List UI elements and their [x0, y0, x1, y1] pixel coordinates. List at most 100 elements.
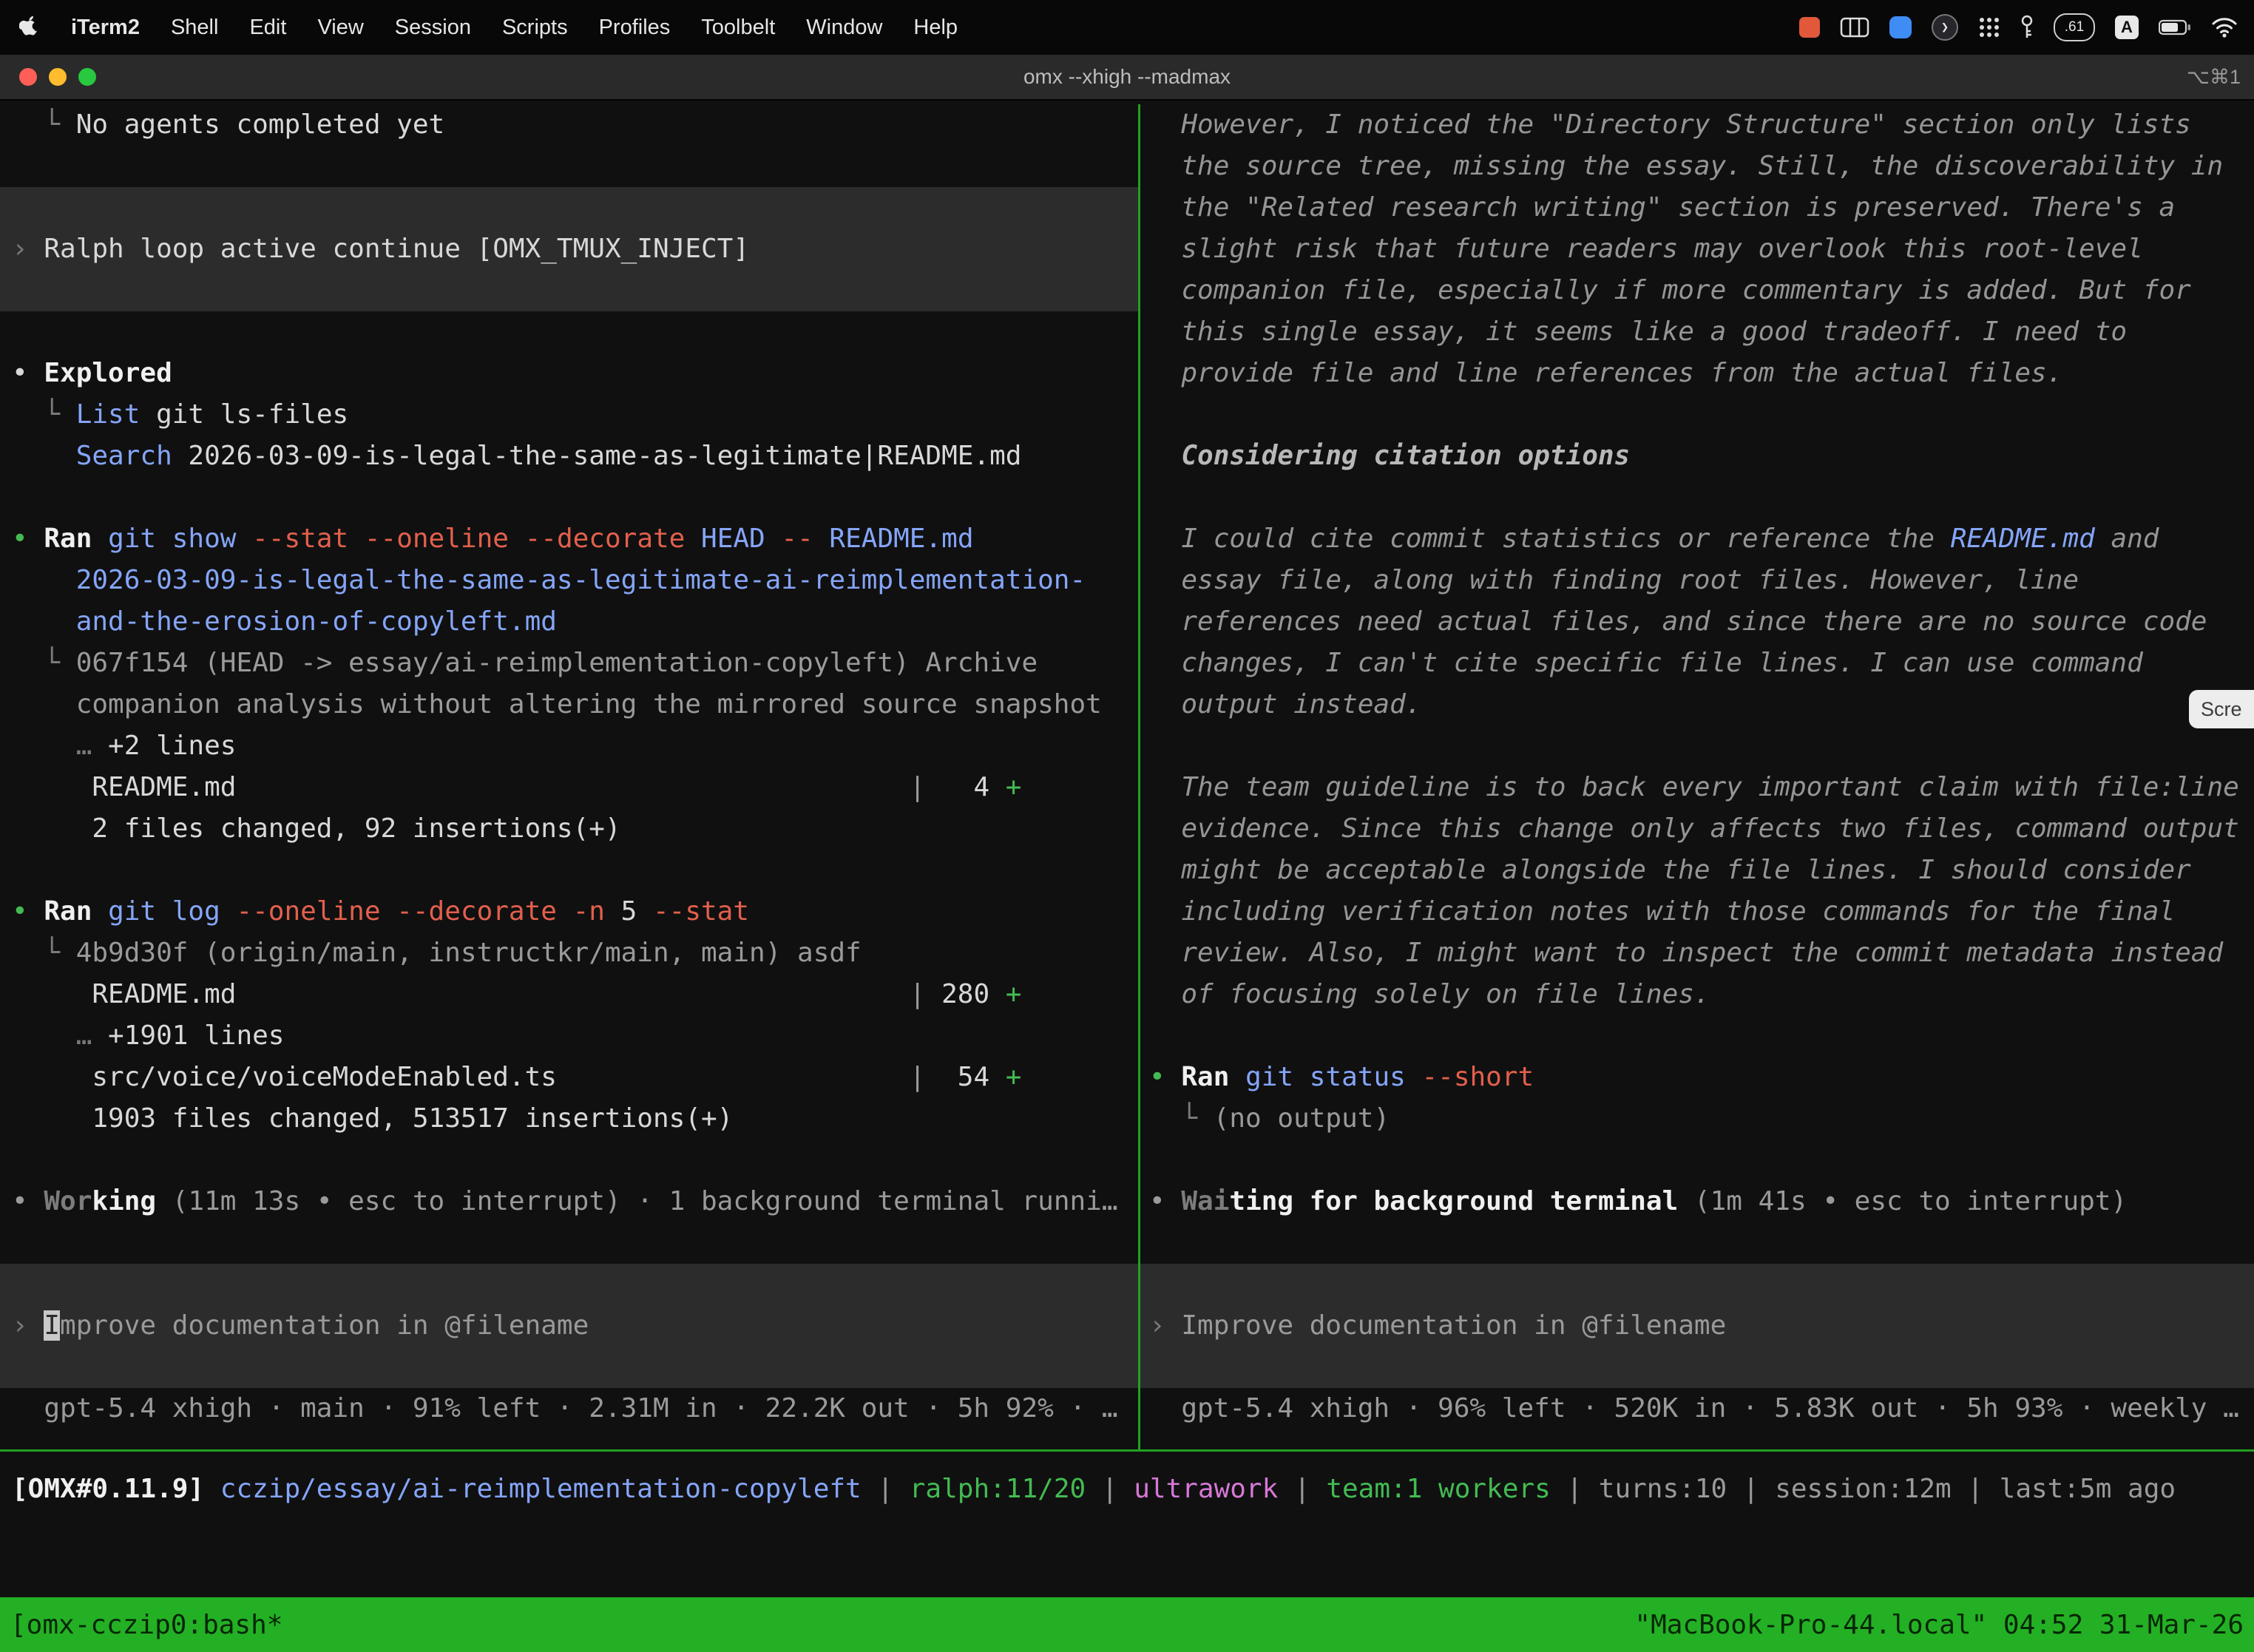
terminal-line: might be acceptable alongside the file l… [1140, 850, 2254, 891]
terminal-line: However, I noticed the "Directory Struct… [1140, 104, 2254, 146]
terminal-line: • Explored [0, 353, 1138, 394]
terminal-line: companion analysis without altering the … [0, 684, 1138, 725]
terminal-line: slight risk that future readers may over… [1140, 228, 2254, 270]
traffic-lights [19, 55, 96, 99]
wifi-icon[interactable] [2211, 13, 2238, 42]
terminal-line: • Ran git log --oneline --decorate -n 5 … [0, 891, 1138, 932]
terminal-line [0, 311, 1138, 353]
terminal-line [0, 477, 1138, 518]
terminal-line: 2026-03-09-is-legal-the-same-as-legitima… [0, 560, 1138, 601]
terminal-line [1140, 725, 2254, 767]
menu-item-session[interactable]: Session [379, 16, 487, 40]
terminal-line [1140, 1222, 2254, 1264]
minimize-button[interactable] [49, 68, 67, 86]
zoom-button[interactable] [78, 68, 96, 86]
menu-item-scripts[interactable]: Scripts [487, 16, 583, 40]
terminal-line: └ No agents completed yet [0, 104, 1138, 146]
menu-item-iterm2[interactable]: iTerm2 [55, 16, 155, 40]
menu-item-help[interactable]: Help [898, 16, 973, 40]
terminal-line: • Ran git status --short [1140, 1057, 2254, 1098]
terminal-line: of focusing solely on file lines. [1140, 974, 2254, 1015]
ralph-loop-banner: › Ralph loop active continue [OMX_TMUX_I… [0, 187, 1138, 311]
right-input-box[interactable]: › Improve documentation in @filename [1140, 1264, 2254, 1388]
left-input-box[interactable]: › Improve documentation in @filename [0, 1264, 1138, 1388]
left-status-line: gpt-5.4 xhigh · main · 91% left · 2.31M … [0, 1388, 1138, 1429]
terminal-line: I could cite commit statistics or refere… [1140, 518, 2254, 560]
terminal-line: the source tree, missing the essay. Stil… [1140, 146, 2254, 187]
window-titlebar: omx --xhigh --madmax ⌥⌘1 [0, 55, 2254, 101]
terminal-line: › Improve documentation in @filename [0, 1305, 1138, 1347]
terminal-line: └ 4b9d30f (origin/main, instructkr/main,… [0, 932, 1138, 974]
terminal-line: companion file, especially if more comme… [1140, 270, 2254, 311]
terminal-line: Search 2026-03-09-is-legal-the-same-as-l… [0, 436, 1138, 477]
terminal-line: … +2 lines [0, 725, 1138, 767]
terminal-line: › Ralph loop active continue [OMX_TMUX_I… [0, 228, 1138, 270]
terminal-line: and-the-erosion-of-copyleft.md [0, 601, 1138, 643]
apple-menu-icon[interactable] [0, 16, 55, 39]
terminal-line: essay file, along with finding root file… [1140, 560, 2254, 601]
terminal-line: 1903 files changed, 513517 insertions(+) [0, 1098, 1138, 1140]
pane-divider [1138, 104, 1140, 1449]
right-transcript: However, I noticed the "Directory Struct… [1140, 104, 2254, 1264]
terminal-line: └ List git ls-files [0, 394, 1138, 436]
terminal-line: • Working (11m 13s • esc to interrupt) ·… [0, 1181, 1138, 1222]
gauge-indicator[interactable]: .61 [2054, 13, 2095, 41]
terminal-line: gpt-5.4 xhigh · main · 91% left · 2.31M … [0, 1388, 1138, 1429]
menu-item-view[interactable]: View [302, 16, 379, 40]
right-pane: However, I noticed the "Directory Struct… [1140, 104, 2254, 1429]
apps-grid-icon[interactable] [1978, 13, 2000, 42]
terminal-app-icon[interactable]: ❯ [1932, 14, 1958, 41]
terminal-line: this single essay, it seems like a good … [1140, 311, 2254, 353]
terminal-line [1140, 1140, 2254, 1181]
agents-note: └ No agents completed yet [0, 104, 1138, 187]
terminal-line: • Ran git show --stat --oneline --decora… [0, 518, 1138, 560]
terminal-line [0, 1222, 1138, 1264]
tmux-session-label: [omx-cczip0:bash* [10, 1610, 282, 1640]
terminal-line [1140, 477, 2254, 518]
close-button[interactable] [19, 68, 37, 86]
tmux-status-bar: [omx-cczip0:bash* "MacBook-Pro-44.local"… [0, 1597, 2254, 1652]
terminal-line: references need actual files, and since … [1140, 601, 2254, 643]
battery-icon[interactable] [2159, 13, 2191, 42]
left-transcript: • Explored └ List git ls-files Search 20… [0, 311, 1138, 1264]
terminal-line [0, 850, 1138, 891]
terminal-line: output instead. [1140, 684, 2254, 725]
menu-item-toolbelt[interactable]: Toolbelt [686, 16, 791, 40]
password-key-icon[interactable] [2020, 13, 2034, 42]
terminal-area: └ No agents completed yet › Ralph loop a… [0, 101, 2254, 1597]
right-status-line: gpt-5.4 xhigh · 96% left · 520K in · 5.8… [1140, 1388, 2254, 1429]
input-source-icon[interactable]: A [2115, 16, 2139, 39]
menu-status-icons: ❯ .61 A [1799, 13, 2254, 42]
terminal-line: the "Related research writing" section i… [1140, 187, 2254, 228]
menu-items: iTerm2ShellEditViewSessionScriptsProfile… [55, 16, 973, 40]
menu-item-window[interactable]: Window [791, 16, 898, 40]
terminal-line: gpt-5.4 xhigh · 96% left · 520K in · 5.8… [1140, 1388, 2254, 1429]
terminal-line: Considering citation options [1140, 436, 2254, 477]
terminal-line: … +1901 lines [0, 1015, 1138, 1057]
keyboard-grid-icon[interactable] [1840, 13, 1869, 42]
terminal-line: review. Also, I might want to inspect th… [1140, 932, 2254, 974]
terminal-line [0, 146, 1138, 187]
terminal-line [1140, 1015, 2254, 1057]
screen-indicator-pill[interactable]: Scre [2189, 690, 2254, 728]
menu-item-edit[interactable]: Edit [234, 16, 302, 40]
menu-item-profiles[interactable]: Profiles [583, 16, 686, 40]
terminal-line: evidence. Since this change only affects… [1140, 808, 2254, 850]
screen-recording-indicator-icon[interactable] [1799, 13, 1820, 42]
terminal-line: including verification notes with those … [1140, 891, 2254, 932]
terminal-line: README.md | 4 + [0, 767, 1138, 808]
terminal-line: • Waiting for background terminal (1m 41… [1140, 1181, 2254, 1222]
left-pane: └ No agents completed yet › Ralph loop a… [0, 104, 1138, 1429]
terminal-line: src/voice/voiceModeEnabled.ts | 54 + [0, 1057, 1138, 1098]
terminal-line: › Improve documentation in @filename [1140, 1305, 2254, 1347]
terminal-line [0, 1140, 1138, 1181]
terminal-line: README.md | 280 + [0, 974, 1138, 1015]
window-shortcut: ⌥⌘1 [2187, 66, 2241, 89]
menu-item-shell[interactable]: Shell [155, 16, 234, 40]
menu-bar: iTerm2ShellEditViewSessionScriptsProfile… [0, 0, 2254, 55]
blue-app-icon[interactable] [1889, 13, 1912, 42]
terminal-line: provide file and line references from th… [1140, 353, 2254, 394]
omx-status-bar: [OMX#0.11.9] cczip/essay/ai-reimplementa… [0, 1469, 2254, 1510]
terminal-line: 2 files changed, 92 insertions(+) [0, 808, 1138, 850]
terminal-line: [OMX#0.11.9] cczip/essay/ai-reimplementa… [0, 1469, 2254, 1510]
